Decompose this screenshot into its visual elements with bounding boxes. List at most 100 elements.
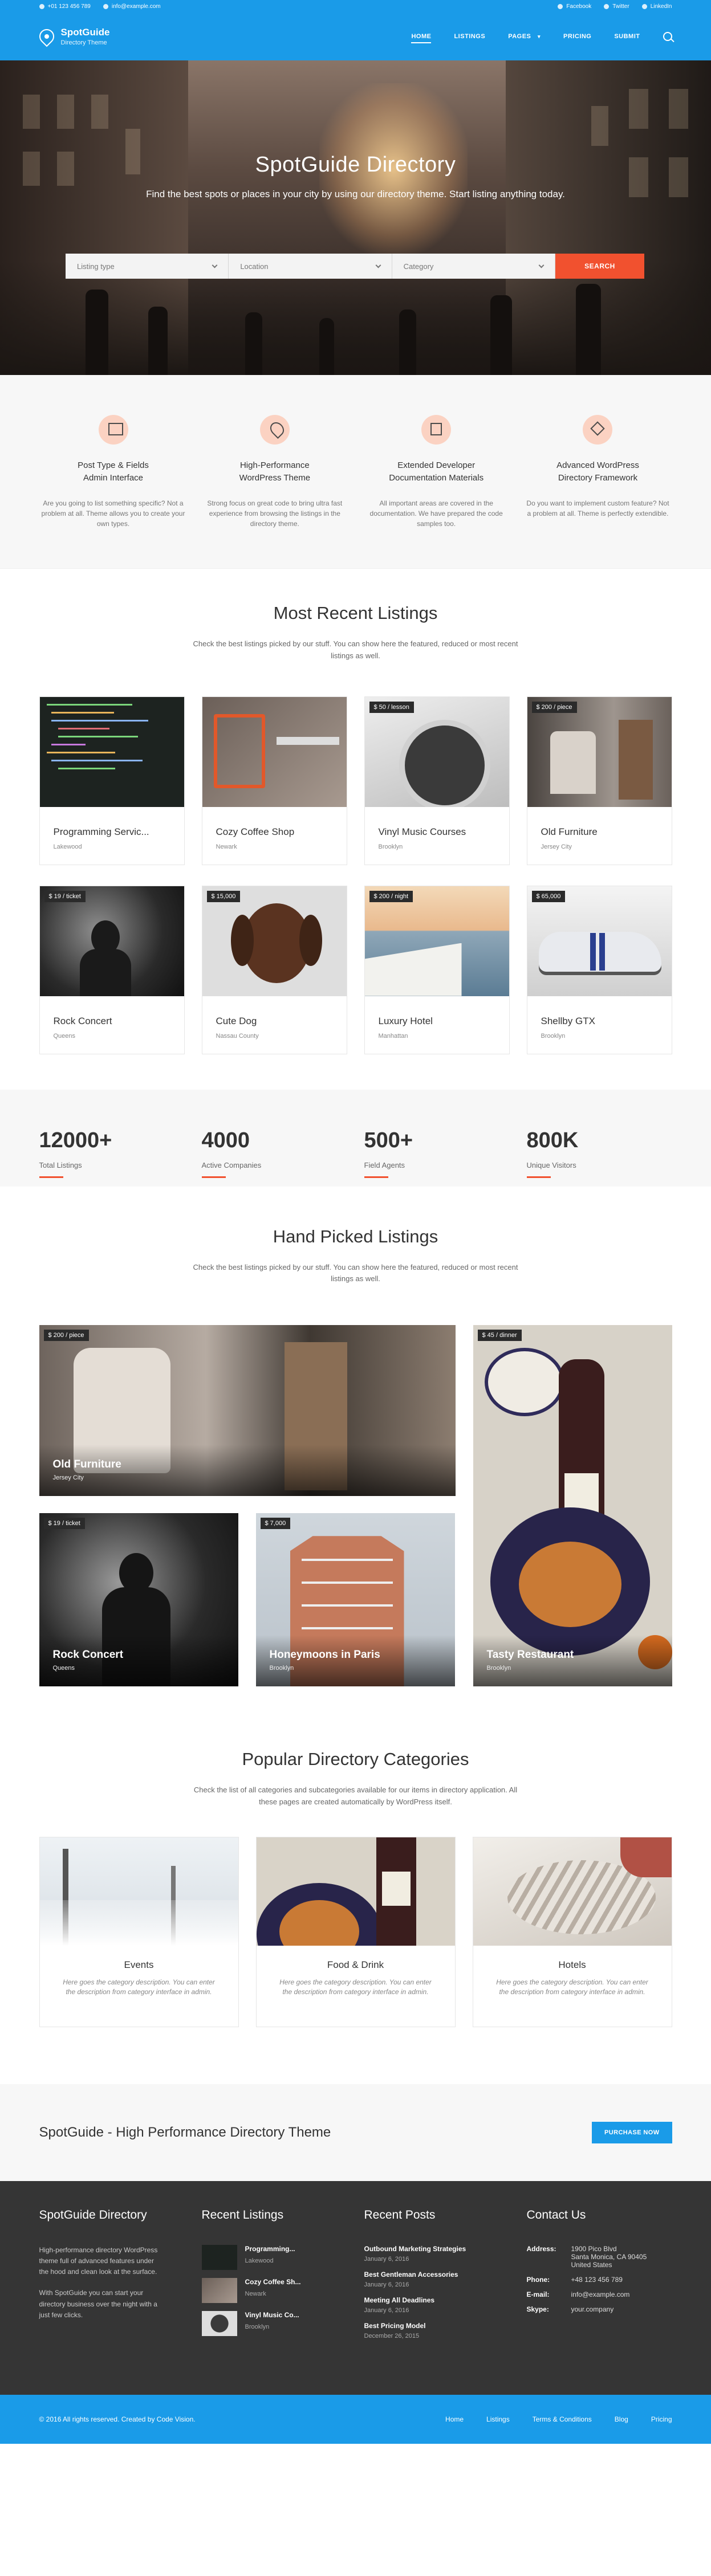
footer-listing[interactable]: Vinyl Music Co... Brooklyn — [201, 2310, 364, 2336]
section-description: Check the best listings picked by our st… — [193, 639, 518, 660]
logo-subtitle: Directory Theme — [60, 39, 107, 46]
footer-nav-pricing[interactable]: Pricing — [651, 2415, 672, 2423]
stat-item: 500+ Field Agents — [364, 1128, 527, 1178]
listing-card[interactable]: $ 200 / night Luxury Hotel Manhattan — [364, 885, 510, 1054]
nav-listings[interactable]: LISTINGS — [454, 16, 485, 57]
price-badge: $ 65,000 — [531, 890, 566, 902]
listing-title: Old Furniture — [541, 826, 598, 837]
category-title: Events — [124, 1959, 154, 1970]
section-title: Popular Directory Categories — [242, 1749, 469, 1770]
footer-post[interactable]: Best Pricing Model December 26, 2015 — [364, 2322, 527, 2339]
email-icon — [103, 3, 108, 9]
footer-nav-blog[interactable]: Blog — [615, 2415, 628, 2423]
featured-listing[interactable]: $ 45 / dinner Tasty Restaurant Brooklyn — [473, 1325, 672, 1687]
listing-card[interactable]: $ 19 / ticket Rock Concert Queens — [39, 885, 185, 1054]
featured-listing[interactable]: $ 7,000 Honeymoons in Paris Brooklyn — [255, 1513, 455, 1687]
contact-email[interactable]: info@example.com — [571, 2290, 672, 2298]
linkedin-link[interactable]: LinkedIn — [641, 3, 672, 10]
listing-image: $ 200 / piece — [527, 696, 672, 807]
nav-submit[interactable]: SUBMIT — [614, 16, 640, 57]
listing-card[interactable]: $ 15,000 Cute Dog Nassau County — [201, 885, 347, 1054]
rocket-icon — [259, 415, 290, 445]
facebook-link[interactable]: Facebook — [558, 3, 591, 10]
listing-card[interactable]: Cozy Coffee Shop Newark — [201, 696, 347, 865]
feature-item: Advanced WordPress Directory Framework D… — [523, 415, 672, 529]
nav-pricing[interactable]: PRICING — [563, 16, 591, 57]
map-pin-icon — [36, 26, 57, 47]
category-description: Here goes the category description. You … — [63, 1978, 215, 1996]
category-image — [39, 1837, 238, 1946]
category-description: Here goes the category description. You … — [279, 1978, 432, 1996]
category-image — [473, 1837, 672, 1946]
section-description: Check the best listings picked by our st… — [193, 1262, 518, 1283]
purchase-button[interactable]: PURCHASE NOW — [592, 2121, 672, 2143]
footer-post[interactable]: Outbound Marketing Strategies January 6, … — [364, 2245, 527, 2263]
hero-title: SpotGuide Directory — [255, 153, 456, 177]
footer-nav-listings[interactable]: Listings — [486, 2415, 510, 2423]
price-badge: $ 200 / piece — [43, 1330, 89, 1342]
listing-location: Queens — [53, 1032, 76, 1040]
location-select[interactable]: Location — [229, 254, 392, 279]
nav-home[interactable]: HOME — [411, 16, 432, 57]
price-badge: $ 19 / ticket — [44, 890, 86, 902]
search-button[interactable]: SEARCH — [555, 254, 644, 279]
featured-listing[interactable]: $ 200 / piece Old Furniture Jersey City — [39, 1325, 456, 1497]
topbar-email[interactable]: info@example.com — [112, 3, 161, 10]
listing-location: Brooklyn — [378, 843, 403, 850]
footer-nav-terms[interactable]: Terms & Conditions — [533, 2415, 592, 2423]
hand-picked-section: Hand Picked Listings Check the best list… — [0, 1187, 711, 1687]
listing-title: Luxury Hotel — [378, 1015, 433, 1026]
category-select[interactable]: Category — [392, 254, 555, 279]
stat-item: 12000+ Total Listings — [39, 1128, 202, 1178]
listing-card[interactable]: $ 50 / lesson Vinyl Music Courses Brookl… — [364, 696, 510, 865]
footer-recent-listings: Recent Listings Programming... Lakewood C… — [201, 2208, 364, 2347]
footer-listing[interactable]: Programming... Lakewood — [201, 2244, 364, 2270]
section-description: Check the list of all categories and sub… — [193, 1786, 518, 1806]
listing-card[interactable]: $ 200 / piece Old Furniture Jersey City — [526, 696, 672, 865]
listing-image: $ 19 / ticket — [39, 886, 184, 996]
price-badge: $ 200 / piece — [531, 701, 577, 713]
listing-location: Brooklyn — [541, 1032, 566, 1040]
category-card[interactable]: Events Here goes the category descriptio… — [39, 1836, 239, 2027]
listing-image — [202, 696, 347, 807]
topbar-phone: +01 123 456 789 — [47, 3, 91, 10]
listing-card[interactable]: $ 65,000 Shellby GTX Brooklyn — [526, 885, 672, 1054]
listing-title: Cozy Coffee Shop — [216, 826, 295, 837]
bottom-bar: © 2016 All rights reserved. Created by C… — [0, 2394, 711, 2444]
chevron-down-icon — [538, 262, 545, 268]
search-icon[interactable] — [663, 32, 672, 41]
footer-nav-home[interactable]: Home — [445, 2415, 464, 2423]
listing-image: $ 15,000 — [202, 886, 347, 996]
main-nav: HOME LISTINGS PAGES ▾ PRICING SUBMIT — [411, 16, 672, 57]
category-card[interactable]: Hotels Here goes the category descriptio… — [472, 1836, 672, 2027]
layers-icon — [98, 415, 128, 445]
footer-post[interactable]: Meeting All Deadlines January 6, 2016 — [364, 2296, 527, 2314]
twitter-link[interactable]: Twitter — [604, 3, 629, 10]
listing-location: Newark — [216, 843, 237, 850]
section-title: Most Recent Listings — [273, 603, 438, 623]
linkedin-icon — [641, 3, 647, 9]
price-badge: $ 200 / night — [369, 890, 413, 902]
section-title: Hand Picked Listings — [273, 1226, 438, 1246]
footer-nav: Home Listings Terms & Conditions Blog Pr… — [445, 2415, 672, 2423]
footer: SpotGuide Directory High-performance dir… — [0, 2180, 711, 2395]
cta-title: SpotGuide - High Performance Directory T… — [39, 2124, 331, 2140]
contact-address: 1900 Pico Blvd Santa Monica, CA 90405 Un… — [571, 2244, 647, 2269]
featured-listing[interactable]: $ 19 / ticket Rock Concert Queens — [39, 1513, 238, 1687]
site-logo[interactable]: SpotGuide Directory Theme — [36, 26, 109, 47]
feature-item: Post Type & Fields Admin Interface Are y… — [39, 415, 188, 529]
copyright: © 2016 All rights reserved. Created by C… — [39, 2415, 196, 2423]
listing-location: Jersey City — [541, 843, 572, 850]
top-bar: +01 123 456 789 info@example.com Faceboo… — [0, 0, 711, 13]
category-card[interactable]: Food & Drink Here goes the category desc… — [255, 1836, 456, 2027]
footer-post[interactable]: Best Gentleman Accessories January 6, 201… — [364, 2271, 527, 2288]
listing-card[interactable]: Programming Servic... Lakewood — [39, 696, 185, 865]
footer-listing[interactable]: Cozy Coffee Sh... Newark — [201, 2277, 364, 2303]
category-description: Here goes the category description. You … — [496, 1978, 648, 1996]
twitter-icon — [604, 3, 610, 9]
contact-phone: +48 123 456 789 — [571, 2275, 623, 2284]
cta-section: SpotGuide - High Performance Directory T… — [0, 2084, 711, 2181]
nav-pages[interactable]: PAGES ▾ — [508, 16, 541, 57]
listing-type-select[interactable]: Listing type — [66, 254, 229, 279]
stat-item: 800K Unique Visitors — [526, 1128, 689, 1178]
